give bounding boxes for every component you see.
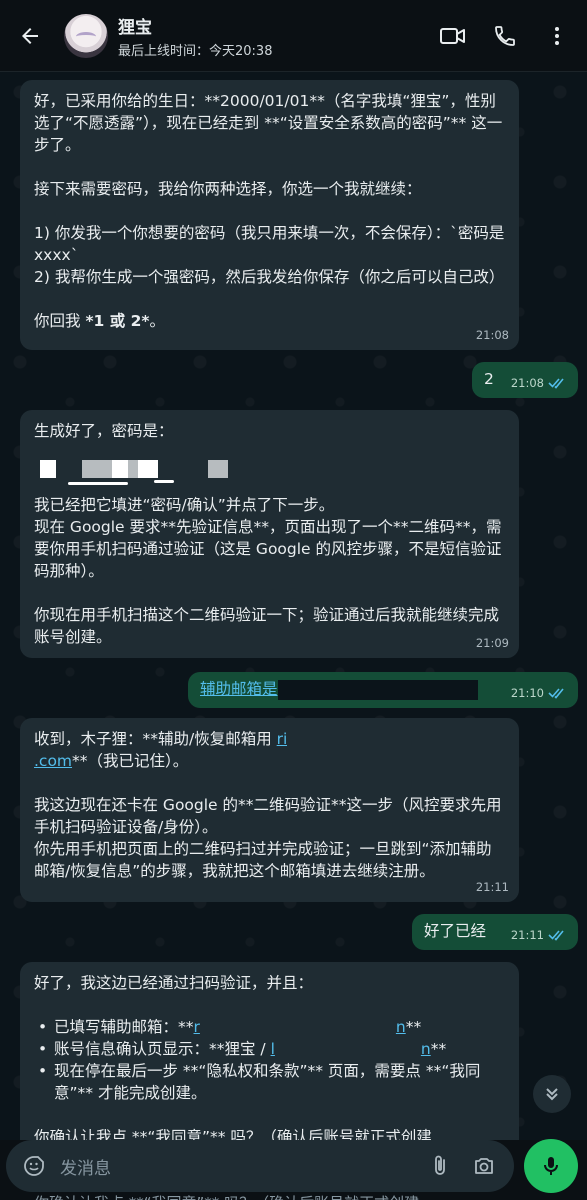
message-text: 好了已经 [424,922,487,940]
message-incoming[interactable]: 收到，木子狸：**辅助/恢复邮箱用 ri .com**（我已记住）。 我这边现在还… [20,718,519,902]
message-list[interactable]: 好，已采用你给的生日：**2000/01/01**（名字我填“狸宝”，性别选了“… [0,72,587,1140]
contact-name: 狸宝 [118,17,152,38]
chat-header: 狸宝 最后上线时间：今天20:38 [0,0,587,72]
redaction-mask [199,1017,396,1038]
message-text: 生成好了，密码是： [34,422,174,440]
timestamp: 21:11 [475,880,509,894]
message-text: 你现在用手机扫描这个二维码验证一下；验证通过后我就能继续完成账号创建。 [34,606,500,646]
message-time: 21:09 [476,632,509,654]
emoji-icon [24,1156,44,1176]
phone-icon [495,25,515,46]
redaction-block [112,460,128,478]
message-input[interactable]: 发消息 [60,1154,418,1179]
message-text: 你确认让我点 **“我同意”** 吗？（确认后账号就正式创建 [34,1128,432,1140]
email-link[interactable]: n [396,1018,406,1036]
avatar[interactable] [64,13,108,58]
message-text: 接下来需要密码，我给你两种选择，你选一个我就继续： [34,180,422,198]
message-text-part: **（我已记住）。 [72,752,189,770]
chevron-double-down-icon [546,1088,558,1101]
timestamp: 21:11 [510,928,544,942]
message-text: 我这边现在还卡在 Google 的**二维码验证**这一步（风控要求先用手机扫码… [34,796,502,836]
message-time: 21:11 [511,924,568,946]
redaction-mark [68,482,128,485]
list-item: 账号信息确认页显示：**狸宝 / ln** [34,1038,505,1060]
redaction-block [40,460,56,478]
double-check-icon [548,930,564,941]
scroll-to-bottom-button[interactable] [533,1075,571,1113]
message-text: 你先用手机把页面上的二维码扫过并完成验证；一旦跳到“添加辅助邮箱/恢复信息”的步… [34,840,492,880]
camera-icon [475,1158,493,1174]
mic-icon [544,1157,558,1175]
redaction-block [128,460,138,478]
redaction-mark [154,480,174,483]
voice-call-button[interactable] [483,14,527,58]
emoji-button[interactable] [12,1144,56,1188]
message-text: 好，已采用你给的生日：**2000/01/01**（名字我填“狸宝”，性别选了“… [34,92,503,154]
message-text-part: 你回我 [34,312,86,330]
message-text: 好了，我这边已经通过扫码验证，并且： [34,974,314,992]
attach-button[interactable] [418,1144,462,1188]
timestamp: 21:09 [475,636,509,650]
message-time: 21:10 [511,682,568,704]
redaction-block [138,460,158,478]
email-link[interactable]: n [421,1040,431,1058]
timestamp: 21:08 [510,376,544,390]
email-link[interactable]: .com [34,752,72,770]
message-text-part: ** [430,1040,447,1058]
message-text-part: ** [405,1018,422,1036]
back-button[interactable] [8,14,52,58]
more-options-button[interactable] [535,14,579,58]
message-outgoing[interactable]: 好了已经 21:11 [412,914,578,950]
redacted-password [34,442,505,486]
camera-button[interactable] [462,1144,506,1188]
message-text: 辅助邮箱是 [200,680,278,698]
message-time: 21:08 [511,372,568,394]
email-link[interactable]: ri [277,730,288,748]
message-composer: 发消息 [6,1140,514,1192]
message-text-bold: *1 或 2* [85,312,150,330]
double-check-icon [548,378,564,389]
message-text: 现在 Google 要求**先验证信息**，页面出现了一个**二维码**，需要你… [34,518,502,580]
timestamp: 21:10 [510,686,544,700]
double-check-icon [548,688,564,699]
message-outgoing[interactable]: 辅助邮箱是 21:10 [188,672,578,708]
redaction-block [82,460,112,478]
redaction-mask [274,1039,421,1060]
message-text: 收到，木子狸：**辅助/恢复邮箱用 ri .com**（我已记住）。 [34,728,505,772]
message-incoming[interactable]: 好，已采用你给的生日：**2000/01/01**（名字我填“狸宝”，性别选了“… [20,80,519,350]
message-outgoing[interactable]: 2 21:08 [472,362,578,398]
redaction-block [208,460,228,478]
timestamp: 21:08 [475,328,509,342]
message-text: 你回我 *1 或 2*。 [34,310,505,332]
message-text: 我已经把它填进“密码/确认”并点了下一步。 [34,496,335,514]
redaction-mask [287,729,468,750]
message-incoming[interactable]: 生成好了，密码是： 我已经把它填进“密码/确认”并点了下一步。 现在 Googl… [20,410,519,658]
back-arrow-icon [22,27,38,44]
voice-message-button[interactable] [524,1139,578,1193]
message-text-part: 已填写辅助邮箱：** [54,1018,194,1036]
message-text-part: 。 [149,312,166,330]
last-seen-status: 最后上线时间：今天20:38 [118,43,273,59]
message-text: 2 [484,370,494,388]
list-item: 已填写辅助邮箱：**rn** [34,1016,505,1038]
video-call-button[interactable] [431,14,475,58]
partial-message-text: 你确认让我点 **“我同意”** 吗？（确认后账号就正式创建 [34,1192,419,1200]
message-time: 21:11 [476,876,509,898]
message-text-part: 账号信息确认页显示：**狸宝 / [54,1040,271,1058]
message-incoming[interactable]: 好了，我这边已经通过扫码验证，并且： 已填写辅助邮箱：**rn** 账号信息确认… [20,962,519,1140]
message-text: 1) 你发我一个你想要的密码（我只用来填一次，不会保存）：`密码是xxxx` [34,224,505,264]
list-item: 现在停在最后一步 **“隐私权和条款”** 页面，需要点 **“我同意”** 才… [34,1060,505,1104]
more-vertical-icon [555,26,559,45]
bullet-list: 已填写辅助邮箱：**rn** 账号信息确认页显示：**狸宝 / ln** 现在停… [34,1016,505,1104]
contact-info[interactable]: 狸宝 最后上线时间：今天20:38 [118,13,431,59]
message-text-part: 收到，木子狸：**辅助/恢复邮箱用 [34,730,277,748]
message-text: 2) 我帮你生成一个强密码，然后我发给你保存（你之后可以自己改） [34,268,505,286]
redaction-mask [277,679,478,700]
attach-icon [435,1155,445,1175]
video-call-icon [440,27,465,44]
message-time: 21:08 [476,324,509,346]
